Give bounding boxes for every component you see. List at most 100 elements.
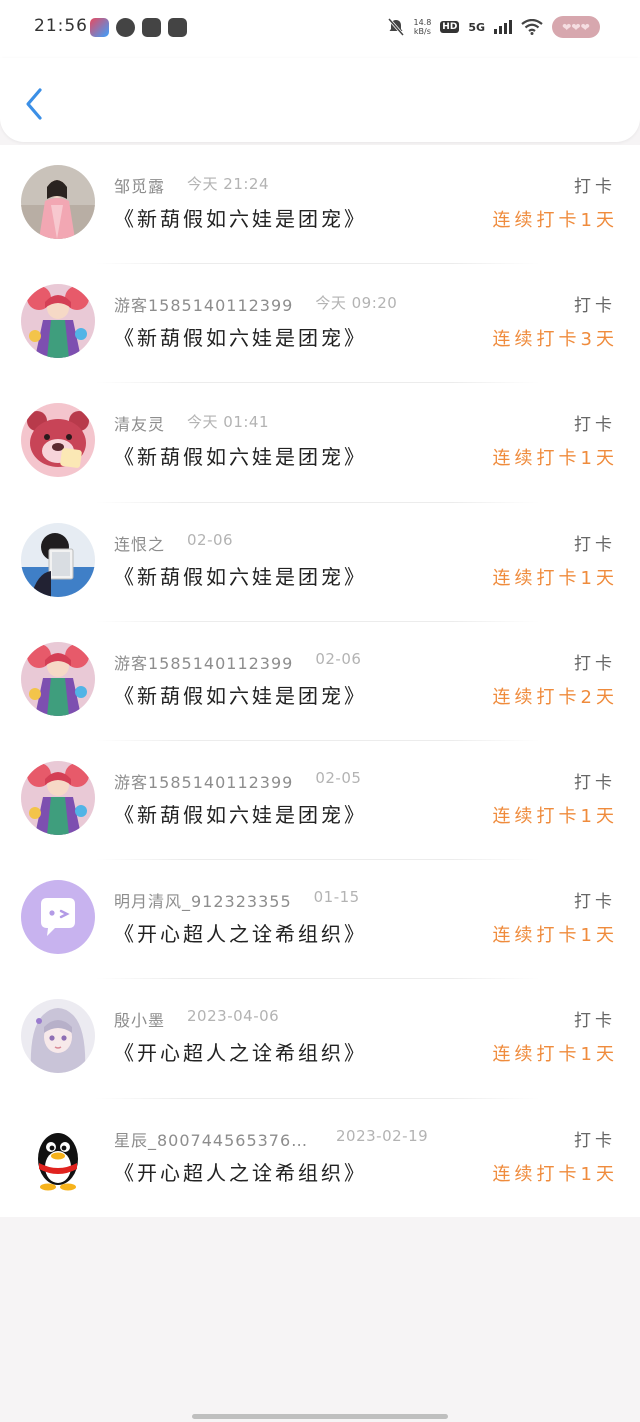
- list-item[interactable]: 游客1585140112399 今天 09:20 《新葫假如六娃是团宠》 打卡 …: [0, 264, 640, 384]
- streak-label: 连续打卡3天: [492, 329, 618, 351]
- list-item[interactable]: 殷小墨 2023-04-06 《开心超人之诠希组织》 打卡 连续打卡1天: [0, 979, 640, 1099]
- list-item[interactable]: 清友灵 今天 01:41 《新葫假如六娃是团宠》 打卡 连续打卡1天: [0, 383, 640, 503]
- checkin-button[interactable]: 打卡: [574, 887, 616, 912]
- checkin-button[interactable]: 打卡: [574, 291, 616, 316]
- book-title[interactable]: 《开心超人之诠希组织》: [114, 1157, 367, 1186]
- timestamp: 2023-04-06: [187, 1007, 280, 1026]
- timestamp: 02-05: [315, 768, 362, 787]
- chevron-left-icon: [26, 88, 42, 120]
- checkin-button[interactable]: 打卡: [574, 410, 616, 435]
- avatar[interactable]: [21, 165, 95, 239]
- item-meta: 游客1585140112399 02-06: [114, 650, 361, 674]
- username[interactable]: 明月清风_912323355: [114, 888, 292, 912]
- timestamp: 02-06: [187, 530, 234, 549]
- item-meta: 星辰_8007445653768... 2023-02-19: [114, 1127, 428, 1151]
- streak-label: 连续打卡1天: [492, 567, 618, 589]
- signal-icon: [494, 20, 512, 34]
- timestamp: 2023-02-19: [336, 1126, 429, 1145]
- book-title[interactable]: 《开心超人之诠希组织》: [114, 1037, 367, 1066]
- wifi-icon: [521, 19, 543, 35]
- username[interactable]: 游客1585140112399: [114, 292, 293, 316]
- book-title[interactable]: 《新葫假如六娃是团宠》: [114, 203, 367, 232]
- username[interactable]: 清友灵: [114, 411, 165, 435]
- home-indicator[interactable]: [192, 1414, 448, 1419]
- book-title[interactable]: 《开心超人之诠希组织》: [114, 918, 367, 947]
- username[interactable]: 邹觅露: [114, 173, 165, 197]
- item-meta: 清友灵 今天 01:41: [114, 411, 269, 435]
- item-meta: 明月清风_912323355 01-15: [114, 888, 360, 912]
- checkin-button[interactable]: 打卡: [574, 172, 616, 197]
- status-right: 14.8 kB/s HD 5G ❤❤❤: [388, 16, 600, 38]
- book-title[interactable]: 《新葫假如六娃是团宠》: [114, 680, 367, 709]
- username[interactable]: 连恨之: [114, 531, 165, 555]
- back-button[interactable]: [20, 84, 52, 124]
- network-speed: 14.8 kB/s: [413, 18, 431, 36]
- avatar[interactable]: [21, 284, 95, 359]
- avatar[interactable]: [21, 880, 95, 955]
- list-item[interactable]: 游客1585140112399 02-05 《新葫假如六娃是团宠》 打卡 连续打…: [0, 741, 640, 861]
- item-meta: 游客1585140112399 今天 09:20: [114, 292, 397, 316]
- streak-label: 连续打卡1天: [492, 805, 618, 827]
- avatar[interactable]: [21, 1118, 95, 1193]
- username[interactable]: 殷小墨: [114, 1007, 165, 1031]
- timestamp: 02-06: [315, 649, 362, 668]
- username[interactable]: 游客1585140112399: [114, 650, 293, 674]
- list-item[interactable]: 邹觅露 今天 21:24 《新葫假如六娃是团宠》 打卡 连续打卡1天: [0, 145, 640, 265]
- streak-label: 连续打卡2天: [492, 686, 618, 708]
- book-title[interactable]: 《新葫假如六娃是团宠》: [114, 561, 367, 590]
- avatar-image: [21, 165, 95, 239]
- checkin-button[interactable]: 打卡: [574, 530, 616, 555]
- music-icon: [168, 18, 187, 37]
- book-icon: [142, 18, 161, 37]
- list-item[interactable]: 明月清风_912323355 01-15 《开心超人之诠希组织》 打卡 连续打卡…: [0, 860, 640, 980]
- checkin-button[interactable]: 打卡: [574, 649, 616, 674]
- item-meta: 游客1585140112399 02-05: [114, 769, 361, 793]
- timestamp: 今天 21:24: [187, 175, 270, 193]
- avatar-image: [21, 1118, 95, 1193]
- streak-label: 连续打卡1天: [492, 925, 618, 947]
- nav-bar: [0, 58, 640, 142]
- book-title[interactable]: 《新葫假如六娃是团宠》: [114, 322, 367, 351]
- avatar[interactable]: [21, 403, 95, 478]
- book-title[interactable]: 《新葫假如六娃是团宠》: [114, 799, 367, 828]
- message-icon: [116, 18, 135, 37]
- battery-icon: ❤❤❤: [552, 16, 600, 38]
- item-meta: 连恨之 02-06: [114, 531, 233, 555]
- avatar-image: [21, 641, 95, 716]
- timestamp: 01-15: [313, 888, 360, 907]
- avatar-image: [21, 760, 95, 835]
- bell-muted-icon: [388, 18, 405, 36]
- item-meta: 邹觅露 今天 21:24: [114, 173, 269, 197]
- book-title[interactable]: 《新葫假如六娃是团宠》: [114, 441, 367, 470]
- network-type: 5G: [468, 20, 485, 34]
- list-item[interactable]: 游客1585140112399 02-06 《新葫假如六娃是团宠》 打卡 连续打…: [0, 622, 640, 741]
- checkin-button[interactable]: 打卡: [574, 1006, 616, 1031]
- timestamp: 今天 09:20: [315, 294, 398, 313]
- status-bar: 21:56 14.8 kB/s HD 5G ❤❤❤: [0, 0, 640, 58]
- avatar[interactable]: [21, 760, 95, 835]
- speed-unit: kB/s: [413, 27, 431, 36]
- streak-label: 连续打卡1天: [492, 210, 618, 231]
- avatar-image: [21, 403, 95, 478]
- list-item[interactable]: 连恨之 02-06 《新葫假如六娃是团宠》 打卡 连续打卡1天: [0, 503, 640, 622]
- avatar[interactable]: [21, 522, 95, 597]
- app-notification-icon: [90, 18, 109, 37]
- timestamp: 今天 01:41: [187, 413, 270, 432]
- streak-label: 连续打卡1天: [492, 1163, 618, 1185]
- streak-label: 连续打卡1天: [492, 448, 618, 470]
- avatar[interactable]: [21, 641, 95, 716]
- status-time: 21:56: [34, 16, 88, 36]
- avatar[interactable]: [21, 999, 95, 1074]
- checkin-button[interactable]: 打卡: [574, 1126, 616, 1151]
- avatar-image: [21, 999, 95, 1074]
- speed-value: 14.8: [413, 18, 432, 27]
- avatar-image: [21, 284, 95, 359]
- list-item[interactable]: 星辰_8007445653768... 2023-02-19 《开心超人之诠希组…: [0, 1099, 640, 1218]
- checkin-button[interactable]: 打卡: [574, 768, 616, 793]
- username[interactable]: 星辰_8007445653768...: [114, 1127, 314, 1151]
- item-meta: 殷小墨 2023-04-06: [114, 1007, 279, 1031]
- hd-icon: HD: [440, 21, 460, 33]
- username[interactable]: 游客1585140112399: [114, 769, 293, 793]
- notification-icons: [90, 18, 187, 37]
- streak-label: 连续打卡1天: [492, 1044, 618, 1066]
